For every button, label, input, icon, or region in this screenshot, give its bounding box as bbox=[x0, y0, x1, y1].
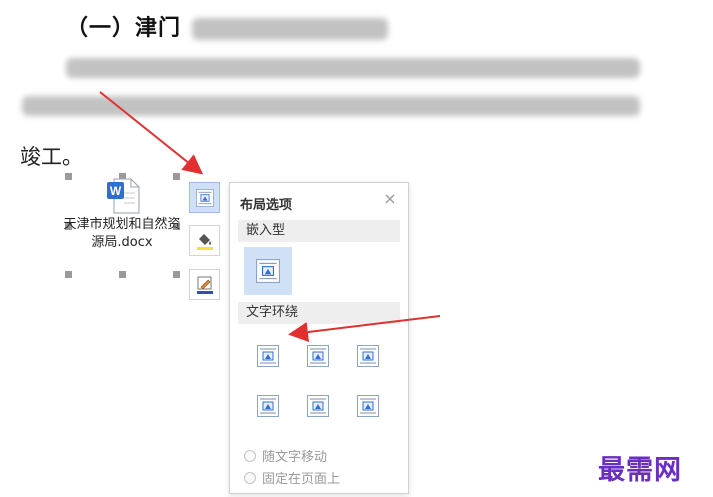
fix-on-page-radio[interactable] bbox=[244, 471, 256, 484]
wrap-top-bottom-button[interactable] bbox=[253, 391, 283, 421]
attachment-file-name[interactable]: 天津市规划和自然资源局.docx bbox=[60, 216, 184, 252]
text-wrap-section-header: 文字环绕 bbox=[238, 302, 400, 324]
outline-style-button[interactable] bbox=[189, 269, 220, 300]
document-heading: （一）津门 bbox=[66, 10, 388, 42]
paragraph-last-line: 竣工。 bbox=[20, 145, 83, 169]
inline-wrap-button[interactable] bbox=[244, 247, 292, 295]
wrap-square-icon bbox=[257, 345, 279, 367]
wrap-tight-button[interactable] bbox=[303, 341, 333, 371]
selection-handle-top-left[interactable] bbox=[65, 173, 72, 180]
wrap-behind-text-icon bbox=[307, 395, 329, 417]
wrap-top-bottom-icon bbox=[257, 395, 279, 417]
layout-options-panel: 布局选项 × 嵌入型 文字环绕 随文字移动 固定在页面上 bbox=[229, 182, 409, 494]
selection-handle-bottom-left[interactable] bbox=[65, 271, 72, 278]
word-docx-icon[interactable]: W bbox=[106, 178, 140, 214]
fix-on-page-option[interactable]: 固定在页面上 bbox=[244, 468, 340, 487]
move-with-text-radio[interactable] bbox=[244, 449, 256, 462]
wrap-behind-text-button[interactable] bbox=[303, 391, 333, 421]
wrap-in-front-button[interactable] bbox=[353, 391, 383, 421]
selection-handle-top-right[interactable] bbox=[173, 173, 180, 180]
inline-section-header: 嵌入型 bbox=[238, 220, 400, 242]
wrap-through-icon bbox=[357, 345, 379, 367]
selection-handle-bottom-middle[interactable] bbox=[119, 271, 126, 278]
site-watermark: 最需网 bbox=[598, 455, 682, 486]
redacted-heading-text bbox=[191, 18, 388, 40]
wrap-square-button[interactable] bbox=[253, 341, 283, 371]
selection-handle-bottom-right[interactable] bbox=[173, 271, 180, 278]
panel-title: 布局选项 bbox=[240, 198, 293, 213]
pen-outline-icon bbox=[196, 276, 213, 294]
word-icon-letter: W bbox=[110, 184, 122, 198]
redacted-paragraph-line-1 bbox=[66, 58, 640, 78]
heading-text: （一）津门 bbox=[66, 16, 182, 41]
redacted-paragraph-line-2 bbox=[22, 96, 640, 116]
wrap-through-button[interactable] bbox=[353, 341, 383, 371]
move-with-text-label: 随文字移动 bbox=[262, 450, 328, 465]
layout-options-button[interactable] bbox=[189, 182, 220, 213]
wrap-tight-icon bbox=[307, 345, 329, 367]
close-icon[interactable]: × bbox=[382, 191, 398, 207]
inline-wrap-icon bbox=[256, 259, 280, 283]
wrap-in-front-icon bbox=[357, 395, 379, 417]
fill-color-button[interactable] bbox=[189, 225, 220, 256]
fix-on-page-label: 固定在页面上 bbox=[262, 472, 341, 487]
fill-bucket-icon bbox=[196, 233, 213, 250]
layout-options-icon bbox=[196, 189, 214, 207]
move-with-text-option[interactable]: 随文字移动 bbox=[244, 446, 327, 465]
